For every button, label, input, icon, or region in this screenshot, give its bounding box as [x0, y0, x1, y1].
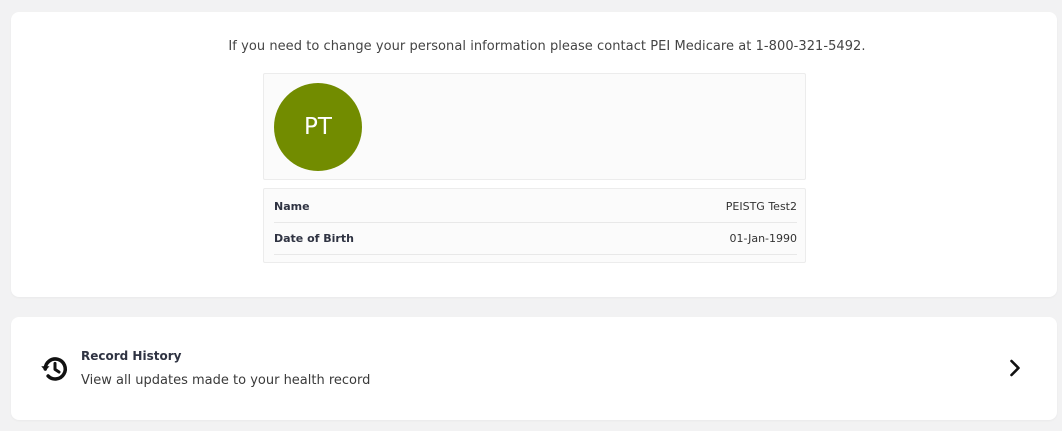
info-value-date-of-birth: 01-Jan-1990 — [729, 231, 798, 245]
contact-notice: If you need to change your personal info… — [228, 39, 866, 54]
avatar: PT — [274, 83, 362, 171]
info-label-date-of-birth: Date of Birth — [274, 231, 354, 245]
chevron-right-icon[interactable] — [1003, 356, 1027, 380]
history-icon — [41, 357, 67, 381]
info-row-date-of-birth: Date of Birth 01-Jan-1990 — [274, 222, 797, 255]
info-label-name: Name — [274, 199, 310, 213]
record-history-card[interactable]: Record History View all updates made to … — [11, 317, 1057, 420]
avatar-initials: PT — [304, 114, 332, 140]
record-history-title: Record History — [81, 349, 182, 363]
info-value-name: PEISTG Test2 — [725, 199, 797, 213]
record-history-subtitle: View all updates made to your health rec… — [81, 373, 371, 388]
personal-info-table: Name PEISTG Test2 Date of Birth 01-Jan-1… — [263, 188, 806, 263]
profile-card: If you need to change your personal info… — [11, 12, 1057, 297]
avatar-panel: PT — [263, 73, 806, 180]
info-row-name: Name PEISTG Test2 — [274, 190, 797, 223]
